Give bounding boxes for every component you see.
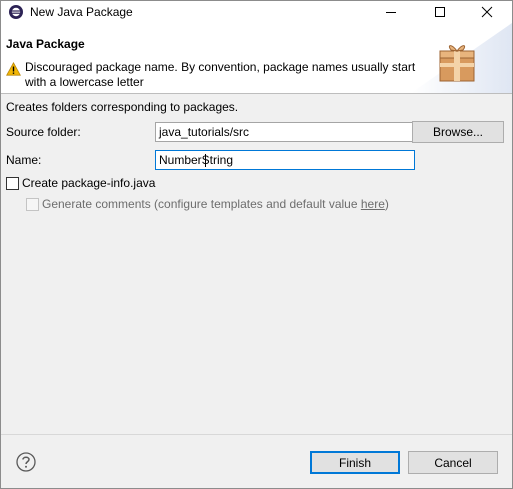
title-bar: New Java Package [1, 1, 512, 23]
package-icon [437, 39, 477, 83]
banner-message: Discouraged package name. By convention,… [25, 60, 416, 89]
minimize-icon [386, 12, 396, 13]
generate-comments-checkbox[interactable] [26, 198, 39, 211]
text-caret [205, 154, 206, 167]
name-label: Name: [6, 153, 42, 167]
create-package-info-checkbox[interactable] [6, 177, 19, 190]
source-folder-label: Source folder: [6, 125, 81, 139]
footer-separator [1, 434, 512, 435]
banner-title: Java Package [6, 37, 85, 51]
window-title: New Java Package [30, 5, 133, 19]
eclipse-app-icon [8, 4, 24, 20]
name-input-value: NumberString [159, 153, 234, 167]
minimize-button[interactable] [368, 1, 414, 23]
close-icon [481, 6, 493, 18]
cancel-button[interactable]: Cancel [408, 451, 498, 474]
warning-icon [6, 61, 21, 76]
browse-button[interactable]: Browse... [412, 121, 504, 143]
generate-comments-text: Generate comments (configure templates a… [42, 197, 361, 211]
new-java-package-dialog: New Java Package Java Package Discourage… [0, 0, 513, 489]
source-folder-input[interactable]: java_tutorials/src [155, 122, 415, 142]
help-icon[interactable] [16, 452, 36, 472]
maximize-button[interactable] [417, 1, 463, 23]
generate-comments-suffix: ) [384, 197, 389, 211]
finish-button[interactable]: Finish [310, 451, 400, 474]
wizard-banner: Java Package Discouraged package name. B… [1, 23, 512, 94]
page-description: Creates folders corresponding to package… [6, 100, 239, 114]
maximize-icon [435, 7, 445, 17]
configure-templates-link[interactable]: here [361, 197, 385, 211]
name-input[interactable]: NumberString [155, 150, 415, 170]
generate-comments-label: Generate comments (configure templates a… [42, 197, 389, 211]
create-package-info-label[interactable]: Create package-info.java [22, 176, 155, 190]
close-button[interactable] [464, 1, 510, 23]
